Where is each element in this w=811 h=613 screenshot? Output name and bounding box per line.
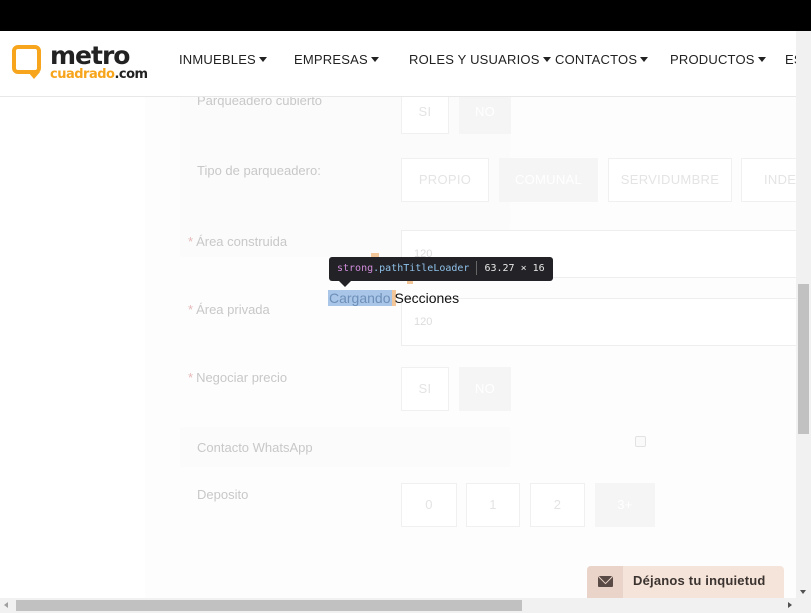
label-area-construida: * Área construida — [188, 234, 288, 249]
option-tipo-comunal[interactable]: COMUNAL — [499, 158, 598, 202]
feedback-button[interactable]: Déjanos tu inquietud — [587, 566, 784, 598]
option-tipo-servidumbre[interactable]: SERVIDUMBRE — [608, 158, 732, 202]
option-deposito-1[interactable]: 1 — [466, 483, 520, 527]
scroll-left-arrow-icon[interactable] — [4, 602, 8, 608]
nav-empresas[interactable]: EMPRESAS — [294, 52, 379, 67]
option-negociar-no[interactable]: NO — [459, 367, 511, 411]
option-deposito-3-plus[interactable]: 3+ — [595, 483, 655, 527]
area-privada-input[interactable]: 120 — [401, 298, 796, 346]
vertical-scrollbar-thumb[interactable] — [798, 284, 809, 434]
nav-productos[interactable]: PRODUCTOS — [670, 52, 766, 67]
form-content: Parqueadero cubierto SI NO Tipo de parqu… — [0, 97, 796, 598]
caret-down-icon — [640, 57, 649, 63]
vertical-scrollbar[interactable] — [796, 31, 811, 598]
browser-top-bar — [0, 0, 811, 31]
horizontal-scrollbar-thumb[interactable] — [16, 600, 522, 611]
label-negociar-precio: * Negociar precio — [188, 370, 288, 385]
path-title-loader: Cargando Secciones — [328, 290, 459, 306]
option-tipo-propio[interactable]: PROPIO — [401, 158, 489, 202]
nav-contactos[interactable]: CONTACTOS — [555, 52, 649, 67]
option-tipo-independiente[interactable]: INDEP — [741, 158, 796, 202]
logo-text-top: metro — [50, 41, 130, 70]
horizontal-scrollbar[interactable] — [0, 598, 811, 613]
option-parqueadero-cubierto-si[interactable]: SI — [401, 97, 449, 134]
nav-inmuebles[interactable]: INMUEBLES — [179, 52, 267, 67]
label-tipo-parqueadero: Tipo de parqueadero: — [197, 163, 321, 178]
option-negociar-si[interactable]: SI — [401, 367, 449, 411]
logo-text-bottom: cuadrado.com — [50, 67, 148, 82]
logo-mark-icon — [12, 45, 41, 79]
caret-down-icon — [757, 57, 766, 63]
loader-text: Secciones — [394, 290, 460, 306]
feedback-label: Déjanos tu inquietud — [633, 573, 766, 588]
option-parqueadero-cubierto-no[interactable]: NO — [459, 97, 511, 134]
label-contacto-whatsapp: Contacto WhatsApp — [197, 440, 313, 455]
scroll-down-arrow-icon[interactable] — [800, 590, 806, 594]
feedback-icon-box — [587, 566, 623, 598]
loader-highlight-text: Cargando — [328, 290, 392, 306]
site-header: metro cuadrado.com INMUEBLES EMPRESAS RO… — [0, 31, 796, 97]
nav-roles-usuarios[interactable]: ROLES Y USUARIOS — [409, 52, 551, 67]
whatsapp-checkbox[interactable] — [635, 436, 646, 447]
devtools-inspect-tooltip: strong.pathTitleLoader 63.27 × 16 — [329, 257, 553, 287]
scroll-right-arrow-icon[interactable] — [788, 602, 792, 608]
mail-icon — [598, 576, 613, 587]
option-deposito-2[interactable]: 2 — [530, 483, 585, 527]
label-parqueadero-cubierto: Parqueadero cubierto — [197, 97, 323, 108]
label-area-privada: * Área privada — [188, 302, 270, 317]
caret-down-icon — [370, 57, 379, 63]
metrocuadrado-logo[interactable]: metro cuadrado.com — [12, 41, 152, 83]
caret-down-icon — [542, 57, 551, 63]
option-deposito-0[interactable]: 0 — [401, 483, 457, 527]
nav-more[interactable]: ES — [785, 52, 796, 67]
caret-down-icon — [258, 57, 267, 63]
label-deposito: Deposito — [197, 487, 249, 502]
